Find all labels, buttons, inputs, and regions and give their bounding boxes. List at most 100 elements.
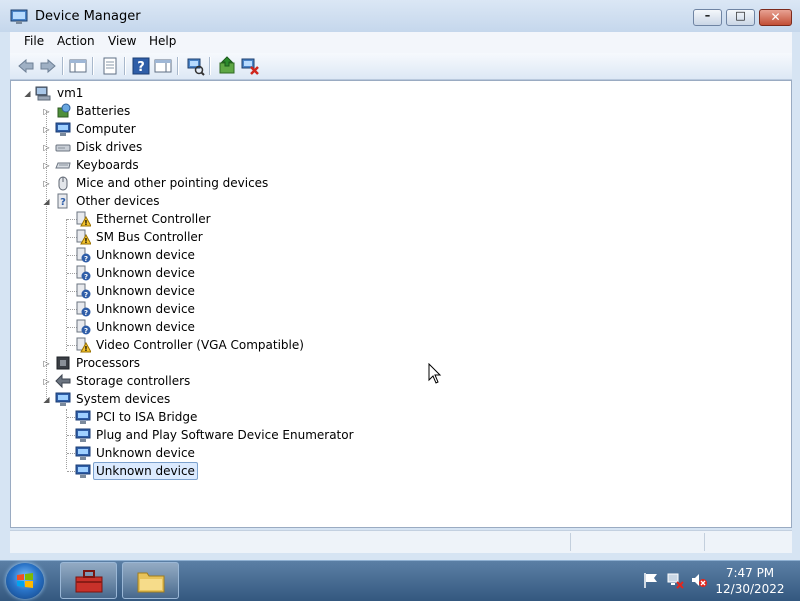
- system-device-icon: [75, 446, 91, 460]
- minimize-button[interactable]: –: [693, 9, 722, 26]
- window-title: Device Manager: [35, 9, 141, 24]
- system-device-icon: [75, 464, 91, 478]
- battery-icon: [57, 103, 71, 118]
- svg-text:!: !: [84, 237, 87, 245]
- svg-text:?: ?: [137, 60, 145, 75]
- show-hide-console-tree-icon[interactable]: [68, 56, 88, 76]
- scan-hardware-icon[interactable]: [185, 56, 205, 76]
- tree-device-unknown[interactable]: Unknown device: [11, 444, 311, 462]
- expand-icon[interactable]: ▷: [42, 161, 51, 170]
- maximize-button[interactable]: □: [726, 9, 755, 26]
- collapse-icon[interactable]: ◢: [23, 89, 32, 98]
- tree-device-unknown-selected[interactable]: Unknown device: [11, 462, 311, 480]
- tree-device-unknown[interactable]: ? Unknown device: [11, 282, 311, 300]
- menu-action[interactable]: Action: [55, 34, 97, 48]
- tree-category-batteries[interactable]: ▷ Batteries: [11, 102, 311, 120]
- category-label: Processors: [76, 356, 141, 370]
- tree-device-video-controller[interactable]: ! Video Controller (VGA Compatible): [11, 336, 311, 354]
- volume-muted-icon[interactable]: [690, 571, 708, 589]
- system-device-icon: [75, 428, 91, 442]
- help-icon[interactable]: ?: [131, 56, 151, 76]
- unknown-device-icon: ?: [76, 301, 91, 317]
- expand-icon[interactable]: ▷: [42, 359, 51, 368]
- svg-text:?: ?: [84, 255, 88, 263]
- taskbar: 7:47 PM 12/30/2022: [0, 560, 800, 601]
- tree-device-unknown[interactable]: ? Unknown device: [11, 264, 311, 282]
- tree-device-unknown[interactable]: ? Unknown device: [11, 300, 311, 318]
- toolbar-separator: [177, 57, 179, 75]
- expand-icon[interactable]: ▷: [42, 107, 51, 116]
- device-tree[interactable]: ◢ vm1 ▷ Batteries ▷ Computer ▷ Disk driv…: [10, 80, 792, 528]
- menu-view[interactable]: View: [106, 34, 138, 48]
- svg-text:!: !: [84, 219, 87, 227]
- expand-icon[interactable]: ▷: [42, 125, 51, 134]
- back-icon[interactable]: [16, 56, 36, 76]
- device-manager-window: Device Manager – □ ✕ File Action View He…: [0, 0, 800, 560]
- tree-root[interactable]: ◢ vm1: [11, 84, 311, 102]
- collapse-icon[interactable]: ◢: [42, 395, 51, 404]
- category-label: Disk drives: [76, 140, 143, 154]
- svg-text:?: ?: [84, 273, 88, 281]
- toolbar-separator: [62, 57, 64, 75]
- device-label: Unknown device: [96, 248, 195, 262]
- svg-text:?: ?: [60, 197, 66, 208]
- title-bar[interactable]: Device Manager – □ ✕: [0, 0, 800, 32]
- tree-device-pnp-enumerator[interactable]: Plug and Play Software Device Enumerator: [11, 426, 354, 444]
- update-driver-icon[interactable]: [217, 56, 237, 76]
- tree-category-mice[interactable]: ▷ Mice and other pointing devices: [11, 174, 311, 192]
- minimize-icon: –: [704, 9, 711, 22]
- tree-category-processors[interactable]: ▷ Processors: [11, 354, 311, 372]
- properties-icon[interactable]: [100, 56, 120, 76]
- storage-controller-icon: [55, 373, 71, 389]
- device-label: Unknown device: [96, 446, 195, 460]
- action-pane-icon[interactable]: [153, 56, 173, 76]
- status-divider: [704, 533, 705, 551]
- computer-icon: [35, 86, 51, 101]
- expand-icon[interactable]: ▷: [42, 143, 51, 152]
- tree-category-system-devices[interactable]: ◢ System devices: [11, 390, 311, 408]
- system-clock[interactable]: 7:47 PM 12/30/2022: [712, 565, 788, 597]
- category-label: Mice and other pointing devices: [76, 176, 269, 190]
- device-label: Unknown device: [96, 302, 195, 316]
- device-label: PCI to ISA Bridge: [96, 410, 198, 424]
- system-device-icon: [55, 392, 71, 406]
- category-label: Storage controllers: [76, 374, 191, 388]
- expand-icon[interactable]: ▷: [42, 179, 51, 188]
- toolbar-separator: [124, 57, 126, 75]
- svg-text:?: ?: [84, 309, 88, 317]
- clock-date: 12/30/2022: [715, 582, 785, 596]
- svg-text:?: ?: [84, 291, 88, 299]
- menu-file[interactable]: File: [22, 34, 46, 48]
- tree-device-ethernet-controller[interactable]: ! Ethernet Controller: [11, 210, 311, 228]
- tree-category-storage-controllers[interactable]: ▷ Storage controllers: [11, 372, 311, 390]
- tree-category-computer[interactable]: ▷ Computer: [11, 120, 311, 138]
- menu-help[interactable]: Help: [147, 34, 178, 48]
- close-button[interactable]: ✕: [759, 9, 792, 26]
- tree-category-keyboards[interactable]: ▷ Keyboards: [11, 156, 311, 174]
- category-label: Keyboards: [76, 158, 139, 172]
- tree-device-unknown[interactable]: ? Unknown device: [11, 246, 311, 264]
- category-label: Computer: [76, 122, 136, 136]
- device-label: Plug and Play Software Device Enumerator: [96, 428, 354, 442]
- warning-device-icon: !: [76, 229, 91, 245]
- clock-time: 7:47 PM: [725, 566, 775, 580]
- menu-bar: File Action View Help: [10, 32, 792, 53]
- status-divider: [570, 533, 571, 551]
- taskbar-app-device-manager[interactable]: [60, 562, 117, 599]
- keyboard-icon: [55, 162, 71, 169]
- network-disconnected-icon[interactable]: [666, 571, 684, 589]
- tree-device-unknown[interactable]: ? Unknown device: [11, 318, 311, 336]
- unknown-device-icon: ?: [76, 283, 91, 299]
- forward-icon[interactable]: [38, 56, 58, 76]
- tree-category-disk-drives[interactable]: ▷ Disk drives: [11, 138, 311, 156]
- expand-icon[interactable]: ▷: [42, 377, 51, 386]
- tree-device-sm-bus-controller[interactable]: ! SM Bus Controller: [11, 228, 311, 246]
- category-label: Other devices: [76, 194, 160, 208]
- taskbar-app-explorer[interactable]: [122, 562, 179, 599]
- uninstall-device-icon[interactable]: [240, 56, 260, 76]
- tree-category-other-devices[interactable]: ◢ ? Other devices: [11, 192, 311, 210]
- start-button[interactable]: [6, 563, 44, 599]
- action-center-flag-icon[interactable]: [642, 571, 660, 589]
- collapse-icon[interactable]: ◢: [42, 197, 51, 206]
- tree-device-pci-to-isa-bridge[interactable]: PCI to ISA Bridge: [11, 408, 311, 426]
